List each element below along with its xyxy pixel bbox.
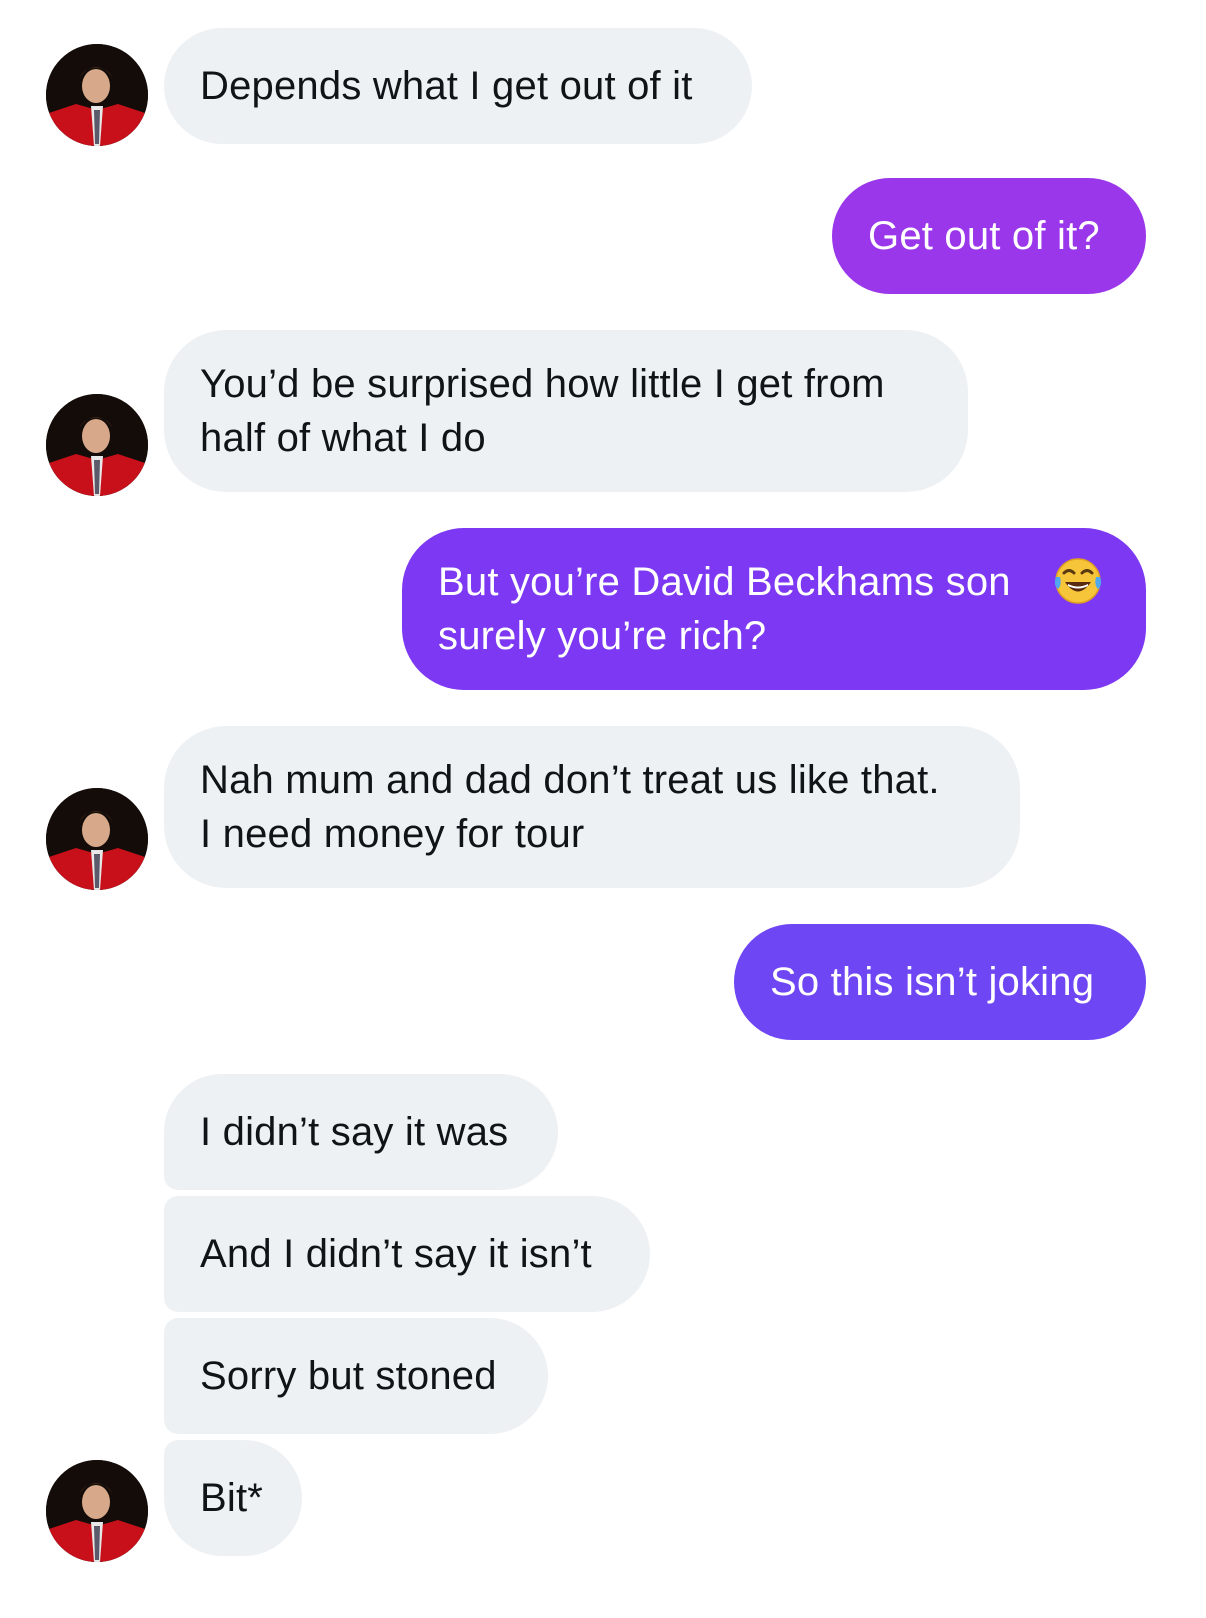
message-text: And I didn’t say it isn’t (200, 1232, 592, 1276)
outgoing-message-bubble[interactable]: But you’re David Beckhams son surely you… (402, 528, 1146, 690)
incoming-message-bubble[interactable]: You’d be surprised how little I get from… (164, 330, 968, 492)
contact-avatar[interactable] (46, 1460, 148, 1562)
incoming-message-bubble[interactable]: Nah mum and dad don’t treat us like that… (164, 726, 1020, 888)
message-text: Sorry but stoned (200, 1354, 497, 1398)
incoming-message-bubble[interactable]: I didn’t say it was (164, 1074, 558, 1190)
incoming-message-bubble[interactable]: And I didn’t say it isn’t (164, 1196, 650, 1312)
message-text: Bit* (200, 1476, 264, 1520)
incoming-message-bubble[interactable]: Sorry but stoned (164, 1318, 548, 1434)
incoming-message-bubble[interactable]: Depends what I get out of it (164, 28, 752, 144)
message-text: You’d be surprised how little I get from… (200, 362, 885, 460)
outgoing-message-bubble[interactable]: So this isn’t joking (734, 924, 1146, 1040)
contact-avatar[interactable] (46, 394, 148, 496)
contact-avatar[interactable] (46, 44, 148, 146)
message-text: But you’re David Beckhams son surely you… (438, 560, 1011, 658)
message-text: I didn’t say it was (200, 1110, 509, 1154)
message-text: So this isn’t joking (770, 960, 1095, 1004)
message-text: Depends what I get out of it (200, 64, 693, 108)
contact-avatar[interactable] (46, 788, 148, 890)
outgoing-message-bubble[interactable]: Get out of it? (832, 178, 1146, 294)
incoming-message-bubble[interactable]: Bit* (164, 1440, 302, 1556)
message-text: Get out of it? (868, 214, 1100, 258)
face-with-tears-of-joy-icon (1052, 555, 1104, 607)
message-text: Nah mum and dad don’t treat us like that… (200, 758, 940, 856)
